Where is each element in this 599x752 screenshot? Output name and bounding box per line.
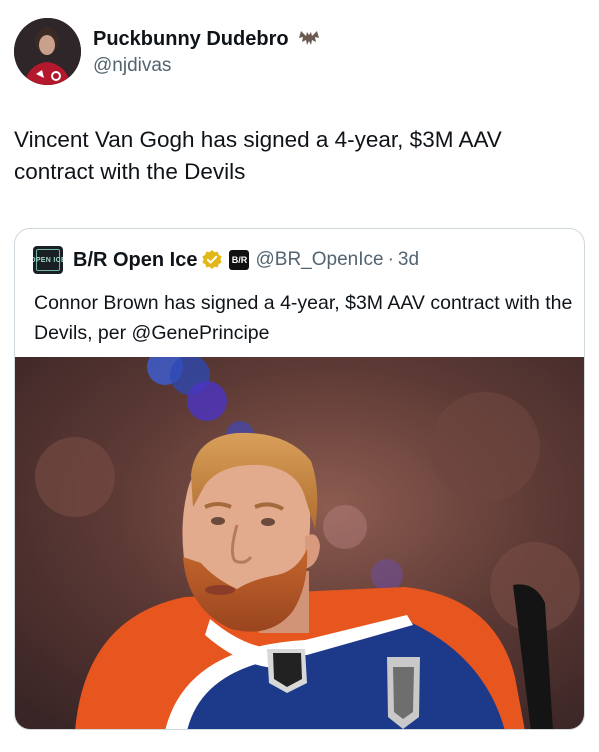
quoted-tweet-header: OPEN ICE B/R Open Ice B/R @BR_OpenIce · … <box>33 246 419 274</box>
separator-dot: · <box>387 249 394 270</box>
verified-badge-icon <box>202 250 223 269</box>
tweet-text: Vincent Van Gogh has signed a 4-year, $3… <box>14 127 502 184</box>
quoted-tweet-card[interactable]: OPEN ICE B/R Open Ice B/R @BR_OpenIce · … <box>14 228 585 730</box>
author-avatar-image <box>14 18 81 85</box>
quoted-handle[interactable]: @BR_OpenIce <box>255 249 383 271</box>
tweet: Puckbunny Dudebro @njdivas Vincent Van G… <box>0 0 599 752</box>
tweet-author: Puckbunny Dudebro @njdivas <box>14 18 574 88</box>
quoted-tweet-image[interactable] <box>15 357 584 729</box>
quoted-avatar-logo: OPEN ICE <box>33 249 63 271</box>
quoted-tweet-text: Connor Brown has signed a 4-year, $3M AA… <box>34 292 573 344</box>
author-names: Puckbunny Dudebro @njdivas <box>93 28 321 77</box>
bat-emoji-icon <box>298 30 319 45</box>
author-avatar[interactable] <box>14 18 81 85</box>
quoted-display-name[interactable]: B/R Open Ice <box>73 249 197 272</box>
quoted-author-avatar[interactable]: OPEN ICE <box>33 246 63 274</box>
quoted-timestamp[interactable]: 3d <box>398 249 419 271</box>
author-display-name[interactable]: Puckbunny Dudebro <box>93 28 289 51</box>
hockey-player-photo <box>15 357 584 729</box>
author-handle[interactable]: @njdivas <box>93 55 321 77</box>
affiliate-badge: B/R <box>229 250 250 270</box>
display-name-row: Puckbunny Dudebro <box>93 28 321 51</box>
